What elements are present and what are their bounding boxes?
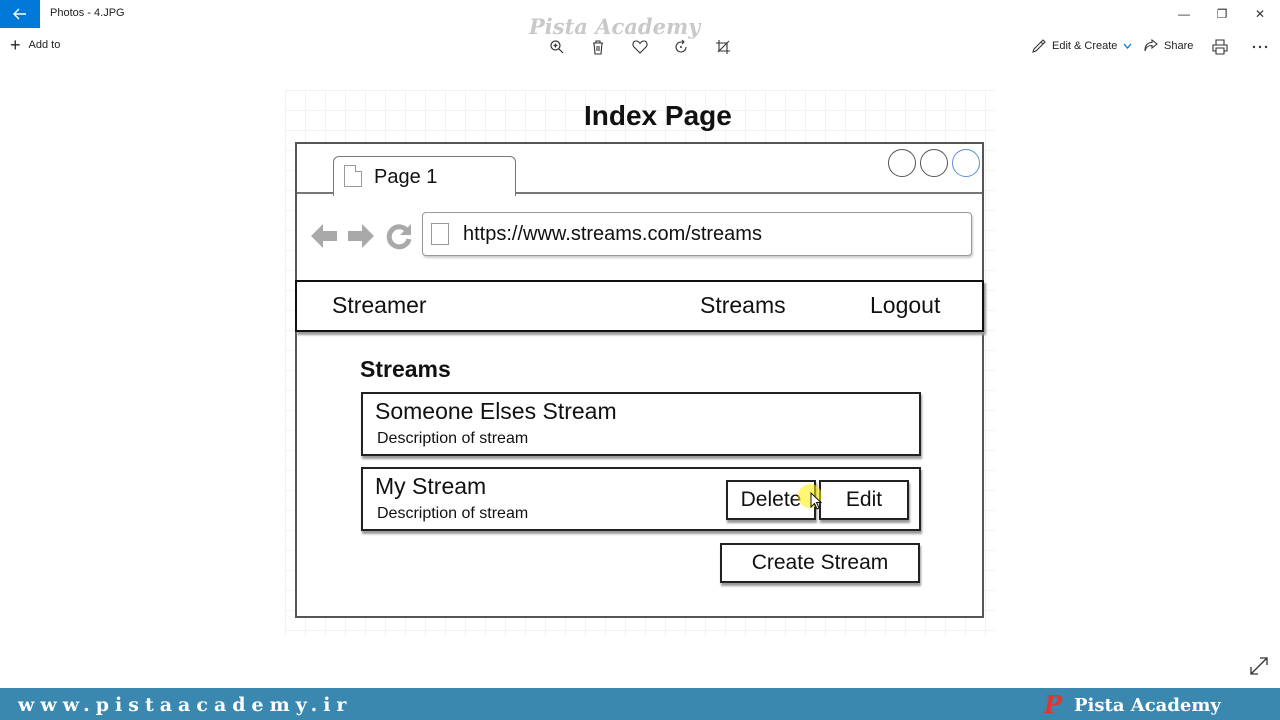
url-text: https://www.streams.com/streams (463, 223, 762, 245)
delete-icon[interactable] (588, 37, 608, 57)
circle-icon (920, 149, 948, 177)
add-to-label: Add to (28, 39, 61, 51)
pista-logo-icon: P (1044, 690, 1063, 719)
page-icon (431, 223, 449, 245)
back-button[interactable] (0, 0, 40, 28)
app-navbar: Streamer Streams Logout (295, 280, 984, 332)
crop-icon[interactable] (713, 37, 733, 57)
mockup-heading: Index Page (584, 100, 732, 131)
forward-arrow-icon (346, 222, 376, 256)
minimize-button[interactable]: — (1166, 4, 1202, 24)
circle-icon (952, 149, 980, 177)
more-options-icon[interactable] (1250, 37, 1270, 57)
browser-mockup: Page 1 https://www.streams.com/streams S… (295, 142, 984, 618)
edit-create-icon (1032, 39, 1046, 53)
streams-heading: Streams (360, 356, 451, 382)
share-label: Share (1164, 39, 1194, 52)
browser-tab: Page 1 (333, 156, 516, 196)
nav-logout-link: Logout (870, 292, 941, 318)
add-to-button[interactable]: + Add to (10, 35, 61, 55)
chevron-down-icon (1123, 43, 1132, 49)
circle-icon (888, 149, 916, 177)
title-bar: Photos - 4.JPG Pista Academy — ❐ ✕ (0, 0, 1280, 39)
print-icon[interactable] (1210, 37, 1230, 57)
nav-streams-link: Streams (700, 292, 786, 318)
heart-icon[interactable] (630, 37, 650, 57)
stream-title: Someone Elses Stream (375, 398, 617, 424)
footer-brand: Pista Academy (1074, 695, 1221, 716)
fullscreen-icon[interactable] (1250, 657, 1270, 677)
zoom-in-icon[interactable] (547, 37, 567, 57)
rotate-icon[interactable] (671, 37, 691, 57)
window-circles (888, 149, 980, 177)
footer-band: www.pistaacademy.ir P Pista Academy (0, 688, 1280, 720)
close-button[interactable]: ✕ (1242, 4, 1278, 24)
share-icon (1144, 39, 1158, 52)
edit-create-button[interactable]: Edit & Create (1032, 39, 1132, 53)
nav-brand: Streamer (332, 292, 427, 318)
toolbar: + Add to Edit & Create Share (0, 28, 1280, 64)
create-stream-button: Create Stream (720, 543, 920, 583)
tab-line-mask (335, 191, 515, 195)
document-icon (344, 165, 362, 187)
window-title: Photos - 4.JPG (50, 7, 125, 19)
edit-button: Edit (819, 480, 909, 520)
stream-description: Description of stream (377, 505, 529, 522)
stream-card: Someone Elses Stream Description of stre… (361, 392, 921, 456)
stream-description: Description of stream (377, 430, 529, 447)
footer-url: www.pistaacademy.ir (18, 694, 353, 716)
back-arrow-icon (309, 222, 339, 256)
restore-button[interactable]: ❐ (1204, 4, 1240, 24)
mouse-cursor-icon (810, 491, 823, 515)
refresh-icon (385, 222, 413, 256)
arrow-left-icon (13, 8, 26, 20)
stream-title: My Stream (375, 473, 487, 499)
share-button[interactable]: Share (1144, 39, 1193, 52)
plus-icon: + (10, 35, 21, 55)
tab-label: Page 1 (374, 166, 438, 188)
address-bar: https://www.streams.com/streams (422, 212, 972, 256)
edit-create-label: Edit & Create (1052, 40, 1118, 52)
